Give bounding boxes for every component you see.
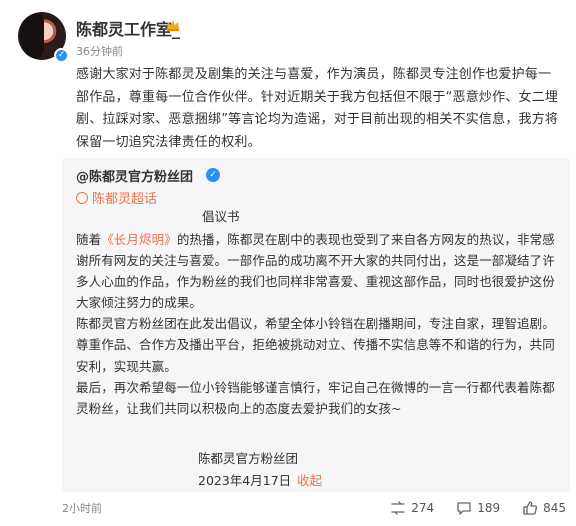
repost-verified-icon: ✓ [206,168,220,182]
proposal-title: 倡议书 [202,209,240,224]
paragraph-4: 最后，再次希望每一位小铃铛能够谨言慎行，牢记自己在微博的一言一行都代表着陈都灵粉… [76,379,555,416]
repost-icon [391,501,405,515]
post-time[interactable]: 36分钟前 [76,43,123,59]
author-name[interactable]: 陈都灵工作室_ [76,16,180,40]
signature-date: 2023年4月17日 收起 [198,470,322,489]
weibo-post: ✓ 陈都灵工作室_ 36分钟前 感谢大家对于陈都灵及剧集的关注与喜爱，作为演员，… [0,0,576,526]
repost-author[interactable]: @陈都灵官方粉丝团 [76,166,193,185]
post-text: 感谢大家对于陈都灵及剧集的关注与喜爱，作为演员，陈都灵专注创作也爱护每一部作品，… [76,67,559,150]
like-count: 845 [543,501,566,515]
paragraph-2: 陈都灵官方粉丝团在此发出倡议，希望全体小铃铛在剧播期间，专注自家，理智追剧。 [76,316,555,332]
p1-start: 随着 [76,232,102,247]
action-bar: 274 189 845 [390,498,566,518]
supertopic-link[interactable]: 陈都灵超话 [76,188,157,207]
repost-time[interactable]: 2小时前 [62,500,102,516]
signature: 陈都灵官方粉丝团 [198,451,299,466]
paragraph-3: 尊重作品、合作方及播出平台，拒绝被挑动对立、传播不实信息等不和谐的行为，共同安利… [76,337,555,374]
comment-icon [457,502,471,515]
reposted-card[interactable]: @陈都灵官方粉丝团 ✓ 陈都灵超话 倡议书 随着《长月烬明》的热播，陈都灵在剧中… [62,158,570,492]
repost-count: 274 [411,501,435,515]
paragraph-1: 随着《长月烬明》的热播，陈都灵在剧中的表现也受到了来自各方网友的热议，非常感谢所… [76,229,560,313]
supertopic-icon [76,192,88,204]
comment-button[interactable]: 189 [456,500,500,516]
repost-text: 随着《长月烬明》的热播，陈都灵在剧中的表现也受到了来自各方网友的热议，非常感谢所… [76,229,560,419]
supertopic-label: 陈都灵超话 [92,192,158,207]
like-button[interactable]: 845 [522,500,566,516]
drama-link[interactable]: 《长月烬明》 [101,232,177,247]
repost-button[interactable]: 274 [390,500,434,516]
thumbs-up-icon [523,501,538,515]
date-text: 2023年4月17日 [198,473,292,488]
verified-badge-icon: ✓ [54,48,69,63]
fold-link[interactable]: 收起 [297,473,322,488]
comment-count: 189 [477,501,501,515]
crown-icon [167,20,179,31]
